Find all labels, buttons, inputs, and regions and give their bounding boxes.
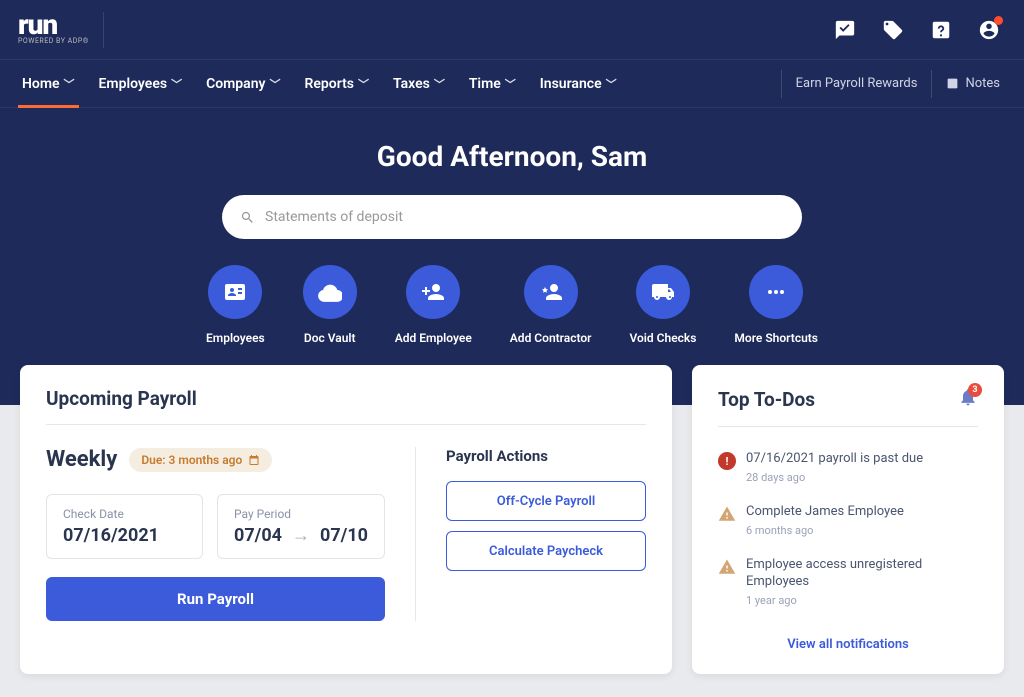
nav-taxes[interactable]: Taxes﹀ — [381, 60, 457, 108]
todos-title: Top To-Dos — [718, 388, 815, 411]
cards-row: Upcoming Payroll Weekly Due: 3 months ag… — [0, 365, 1024, 674]
pay-period-label: Pay Period — [234, 507, 368, 521]
divider — [103, 12, 104, 48]
logo[interactable]: run POWERED BY ADP® — [18, 15, 89, 43]
notifications-bell[interactable]: 3 — [958, 387, 978, 412]
shortcut-label: Add Contractor — [510, 331, 592, 345]
id-card-icon — [223, 280, 247, 304]
due-badge: Due: 3 months ago — [129, 448, 272, 472]
chevron-down-icon: ﹀ — [171, 76, 182, 92]
dots-icon — [764, 280, 788, 304]
warning-icon — [718, 505, 736, 523]
arrow-right-icon: → — [292, 525, 310, 546]
payroll-frequency: Weekly — [46, 447, 117, 472]
search-input[interactable] — [265, 209, 784, 225]
badge-count: 3 — [968, 383, 982, 397]
logo-text: run — [18, 15, 89, 35]
user-plus-icon — [421, 280, 445, 304]
chevron-down-icon: ﹀ — [64, 76, 75, 92]
todo-item[interactable]: Employee access unregistered Employees 1… — [718, 547, 978, 617]
truck-icon — [651, 280, 675, 304]
notes-icon — [946, 77, 959, 90]
todo-item[interactable]: Complete James Employee 6 months ago — [718, 494, 978, 547]
calendar-icon — [248, 454, 260, 466]
todo-text: Employee access unregistered Employees — [746, 557, 978, 591]
account-icon[interactable] — [972, 13, 1006, 47]
shortcut-label: Doc Vault — [304, 331, 356, 345]
shortcut-more[interactable]: More Shortcuts — [734, 265, 818, 345]
upcoming-payroll-card: Upcoming Payroll Weekly Due: 3 months ag… — [20, 365, 672, 674]
nav-insurance[interactable]: Insurance﹀ — [528, 60, 629, 108]
todo-text: 07/16/2021 payroll is past due — [746, 451, 923, 468]
hero-section: run POWERED BY ADP® Home﹀ Employees﹀ Com… — [0, 0, 1024, 405]
nav-notes[interactable]: Notes — [931, 70, 1014, 98]
check-date-box: Check Date 07/16/2021 — [46, 494, 203, 559]
shortcuts-row: Employees Doc Vault Add Employee Add Con… — [0, 265, 1024, 345]
top-icons — [828, 13, 1006, 47]
feedback-icon[interactable] — [828, 13, 862, 47]
check-date-label: Check Date — [63, 507, 186, 521]
chevron-down-icon: ﹀ — [505, 76, 516, 92]
top-todos-card: Top To-Dos 3 07/16/2021 payroll is past … — [692, 365, 1004, 674]
shortcut-doc-vault[interactable]: Doc Vault — [303, 265, 357, 345]
check-date-value: 07/16/2021 — [63, 525, 186, 546]
help-icon[interactable] — [924, 13, 958, 47]
nav-employees[interactable]: Employees﹀ — [87, 60, 195, 108]
nav-rewards[interactable]: Earn Payroll Rewards — [781, 70, 932, 98]
pay-period-box: Pay Period 07/04 → 07/10 — [217, 494, 385, 559]
todo-item[interactable]: 07/16/2021 payroll is past due 28 days a… — [718, 441, 978, 494]
shortcut-add-contractor[interactable]: Add Contractor — [510, 265, 592, 345]
shortcut-label: Employees — [206, 331, 265, 345]
todo-list: 07/16/2021 payroll is past due 28 days a… — [718, 441, 978, 617]
navbar: Home﹀ Employees﹀ Company﹀ Reports﹀ Taxes… — [0, 60, 1024, 108]
cloud-icon — [318, 280, 342, 304]
nav-company[interactable]: Company﹀ — [194, 60, 292, 108]
payroll-actions-title: Payroll Actions — [446, 447, 646, 465]
shortcut-label: Void Checks — [629, 331, 696, 345]
run-payroll-button[interactable]: Run Payroll — [46, 577, 385, 621]
calculate-paycheck-button[interactable]: Calculate Paycheck — [446, 531, 646, 571]
todo-time: 28 days ago — [746, 471, 923, 484]
todo-time: 6 months ago — [746, 524, 904, 537]
topbar: run POWERED BY ADP® — [0, 0, 1024, 60]
warning-icon — [718, 558, 736, 576]
todo-text: Complete James Employee — [746, 504, 904, 521]
shortcut-label: Add Employee — [395, 331, 472, 345]
notification-dot — [994, 16, 1003, 25]
view-all-notifications-link[interactable]: View all notifications — [718, 637, 978, 652]
pay-period-start: 07/04 — [234, 525, 282, 546]
nav-reports[interactable]: Reports﹀ — [292, 60, 381, 108]
greeting: Good Afternoon, Sam — [0, 140, 1024, 173]
nav-home[interactable]: Home﹀ — [10, 60, 87, 108]
chevron-down-icon: ﹀ — [269, 76, 280, 92]
chevron-down-icon: ﹀ — [358, 76, 369, 92]
todo-time: 1 year ago — [746, 594, 978, 607]
logo-subtext: POWERED BY ADP® — [18, 39, 89, 44]
shortcut-label: More Shortcuts — [734, 331, 818, 345]
pay-period-end: 07/10 — [320, 525, 368, 546]
search-icon — [240, 210, 255, 225]
ticket-icon[interactable] — [876, 13, 910, 47]
user-star-icon — [539, 280, 563, 304]
shortcut-void-checks[interactable]: Void Checks — [629, 265, 696, 345]
error-icon — [718, 452, 736, 470]
shortcut-add-employee[interactable]: Add Employee — [395, 265, 472, 345]
chevron-down-icon: ﹀ — [434, 76, 445, 92]
card-title: Upcoming Payroll — [46, 387, 646, 425]
divider — [415, 447, 416, 621]
chevron-down-icon: ﹀ — [606, 76, 617, 92]
nav-time[interactable]: Time﹀ — [457, 60, 528, 108]
search-box[interactable] — [222, 195, 802, 239]
off-cycle-payroll-button[interactable]: Off-Cycle Payroll — [446, 481, 646, 521]
shortcut-employees[interactable]: Employees — [206, 265, 265, 345]
